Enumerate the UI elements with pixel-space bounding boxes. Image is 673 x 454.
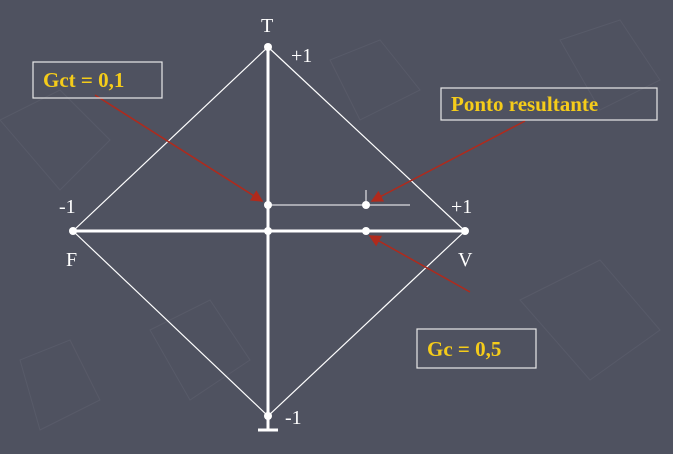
left-value-label: -1 <box>59 196 76 218</box>
paraconsistent-lattice-diagram: T +1 -1 F +1 V -1 Gct = 0,1 Ponto result… <box>0 15 661 432</box>
resultant-callout-text: Ponto resultante <box>451 92 598 116</box>
gct-callout: Gct = 0,1 <box>32 61 163 99</box>
left-vertex-point <box>69 227 77 235</box>
origin-point <box>264 227 272 235</box>
left-letter-label: F <box>66 249 77 271</box>
resultant-callout: Ponto resultante <box>440 87 658 121</box>
gct-arrow <box>94 94 264 202</box>
gc-arrow <box>368 235 471 293</box>
gc-point <box>362 227 370 235</box>
resultant-point <box>362 201 370 209</box>
right-value-label: +1 <box>451 196 472 218</box>
top-value-label: +1 <box>291 45 312 67</box>
gct-point <box>264 201 272 209</box>
gc-callout-text: Gc = 0,5 <box>427 337 501 361</box>
right-letter-label: V <box>458 249 473 271</box>
top-letter-label: T <box>261 15 273 37</box>
bottom-vertex-point <box>264 412 272 420</box>
bottom-value-label: -1 <box>285 407 302 429</box>
gc-callout: Gc = 0,5 <box>416 328 537 369</box>
gct-callout-text: Gct = 0,1 <box>43 68 124 92</box>
right-vertex-point <box>461 227 469 235</box>
top-vertex-point <box>264 43 272 51</box>
resultant-arrow <box>370 120 526 202</box>
